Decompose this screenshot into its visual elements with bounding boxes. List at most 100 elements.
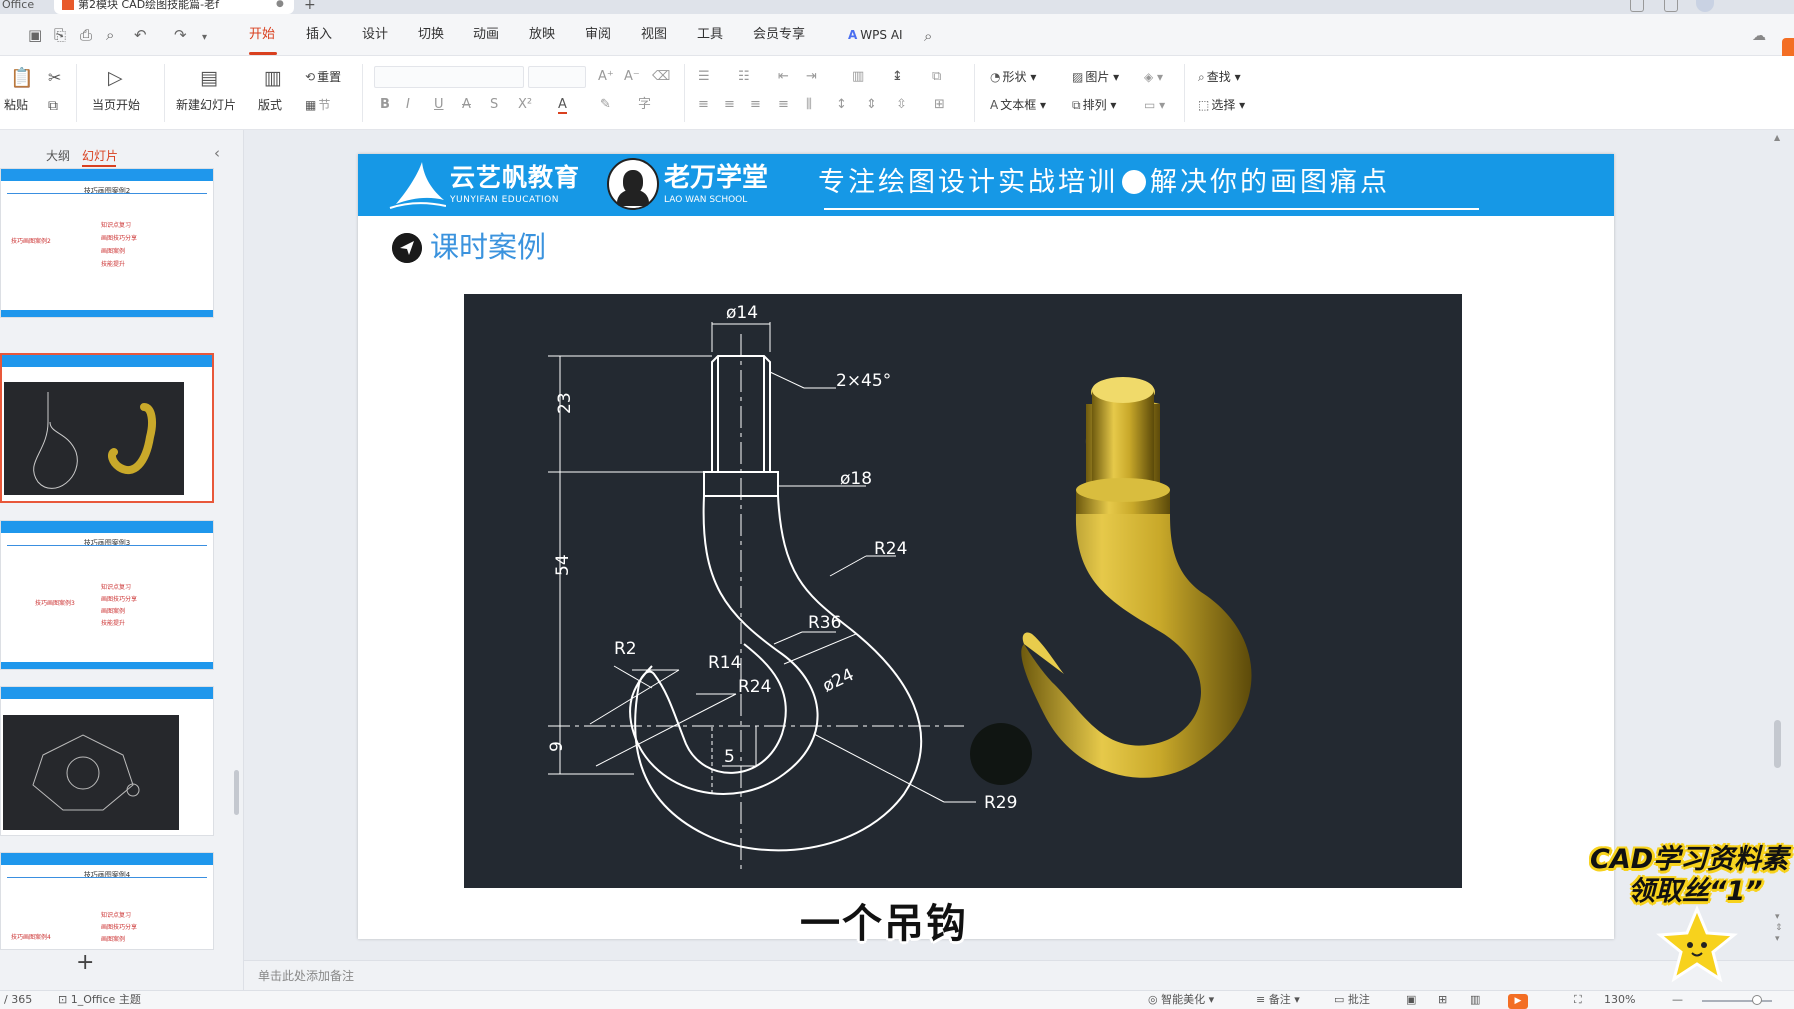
paste-icon[interactable]: 📋 xyxy=(10,68,34,88)
copy-icon[interactable]: ⧉ xyxy=(48,96,58,116)
text-direction-icon[interactable]: ↨ xyxy=(892,70,903,84)
shield-icon[interactable] xyxy=(1664,0,1678,12)
redo-icon[interactable]: ↷ xyxy=(174,28,187,43)
italic-button[interactable]: I xyxy=(406,98,410,112)
paste-button[interactable]: 粘贴 xyxy=(4,98,28,112)
bullets-icon[interactable]: ☰ xyxy=(698,70,710,84)
zoom-out-icon[interactable]: — xyxy=(1672,993,1683,1007)
bold-button[interactable]: B xyxy=(380,98,390,112)
phonetic-icon[interactable]: 字 xyxy=(638,98,651,112)
panel-scrollbar[interactable] xyxy=(234,770,239,815)
slide-canvas[interactable]: 云艺帆教育 YUNYIFAN EDUCATION 老万学堂 LAO WAN SC… xyxy=(358,154,1614,939)
slide-thumbnail-selected[interactable] xyxy=(0,353,214,503)
textbox-button[interactable]: A 文本框 ▾ xyxy=(990,98,1046,112)
align-left-icon[interactable]: ≡ xyxy=(698,98,709,112)
new-tab-button[interactable]: + xyxy=(304,0,316,13)
outline-color-icon[interactable]: ▭ ▾ xyxy=(1144,98,1165,112)
tab-tools[interactable]: 工具 xyxy=(697,27,723,43)
cad-drawing-image[interactable]: ø14 2×45° ø18 R24 R36 R2 R14 R24 ø24 5 R… xyxy=(464,294,1462,888)
font-name-select[interactable] xyxy=(374,66,524,88)
paragraph-spacing-icon[interactable]: ⇕ xyxy=(866,98,877,112)
tab-view[interactable]: 视图 xyxy=(641,27,667,43)
undo-icon[interactable]: ↶ xyxy=(134,28,147,43)
align-center-icon[interactable]: ≡ xyxy=(724,98,735,112)
tab-home[interactable]: 开始 xyxy=(249,27,275,43)
customize-chevron-icon[interactable]: ▾ xyxy=(202,30,207,45)
new-slide-button[interactable]: 新建幻灯片 xyxy=(176,98,236,112)
highlight-icon[interactable]: ✎ xyxy=(600,98,611,112)
picture-button[interactable]: ▨ 图片 ▾ xyxy=(1072,70,1119,84)
tab-transitions[interactable]: 切换 xyxy=(418,27,444,43)
columns-icon[interactable]: ▥ xyxy=(852,70,864,84)
shape-button[interactable]: ◔ 形状 ▾ xyxy=(990,70,1036,84)
collapse-panel-icon[interactable]: ‹ xyxy=(214,144,220,162)
play-slideshow-icon[interactable]: ▶ xyxy=(1508,994,1528,1009)
strikethrough-button[interactable]: A xyxy=(462,98,471,112)
tab-slides[interactable]: 幻灯片 xyxy=(82,147,118,164)
tab-review[interactable]: 审阅 xyxy=(585,27,611,43)
slide-thumbnail[interactable] xyxy=(0,686,214,836)
zoom-slider-handle[interactable] xyxy=(1752,995,1762,1005)
wps-ai-button[interactable]: A WPS AI xyxy=(848,27,903,43)
play-from-current-button[interactable]: 当页开始 xyxy=(92,98,140,112)
zoom-level[interactable]: 130% xyxy=(1604,993,1635,1007)
tab-slideshow[interactable]: 放映 xyxy=(529,27,555,43)
font-size-select[interactable] xyxy=(528,66,586,88)
cut-icon[interactable]: ✂ xyxy=(48,68,61,88)
superscript-button[interactable]: X² xyxy=(518,98,532,112)
slide-thumbnail[interactable]: 技巧画图案例4 技巧画图案例4 知识点复习 画图技巧分享 画图案例 xyxy=(0,852,214,950)
sorter-view-icon[interactable]: ⊞ xyxy=(1438,993,1447,1007)
document-tab[interactable]: 第2模块 CAD绘图技能篇-老f xyxy=(54,0,294,14)
convert-icon[interactable]: ⧉ xyxy=(932,70,941,84)
play-from-current-icon[interactable]: ▷ xyxy=(108,68,123,88)
vertical-align-icon[interactable]: ⇳ xyxy=(896,98,907,112)
tab-design[interactable]: 设计 xyxy=(362,27,388,43)
window-layout-icon[interactable] xyxy=(1630,0,1644,12)
new-slide-icon[interactable]: ▤ xyxy=(200,68,218,88)
smart-art-icon[interactable]: ⊞ xyxy=(934,98,945,112)
indent-icon[interactable]: ⇥ xyxy=(806,70,817,84)
underline-button[interactable]: U xyxy=(434,98,444,112)
user-avatar[interactable] xyxy=(1696,0,1714,12)
notes-pane[interactable]: 单击此处添加备注 xyxy=(244,960,1794,990)
find-button[interactable]: ⌕ 查找 ▾ xyxy=(1198,70,1241,84)
tab-member[interactable]: 会员专享 xyxy=(753,27,805,43)
app-name[interactable]: Office xyxy=(0,0,40,14)
align-right-icon[interactable]: ≡ xyxy=(750,98,761,112)
clear-format-icon[interactable]: ⌫ xyxy=(652,70,670,84)
vertical-scrollbar[interactable] xyxy=(1774,720,1781,768)
arrange-button[interactable]: ⧉ 排列 ▾ xyxy=(1072,98,1116,112)
font-color-button[interactable]: A xyxy=(558,98,567,114)
notes-toggle[interactable]: ≡ 备注 ▾ xyxy=(1256,993,1300,1007)
layout-icon[interactable]: ▥ xyxy=(264,68,282,88)
smart-beautify-button[interactable]: ◎ 智能美化 ▾ xyxy=(1148,993,1214,1007)
reset-button[interactable]: ⟲ 重置 xyxy=(305,70,341,84)
tab-animation[interactable]: 动画 xyxy=(473,27,499,43)
export-icon[interactable]: ⎘ xyxy=(54,28,66,43)
normal-view-icon[interactable]: ▣ xyxy=(1406,993,1416,1007)
cloud-icon[interactable]: ☁ xyxy=(1752,28,1766,44)
line-spacing-icon[interactable]: ↕ xyxy=(836,98,847,112)
print-preview-icon[interactable]: ⌕ xyxy=(106,28,114,43)
add-slide-button[interactable]: + xyxy=(76,952,94,974)
numbering-icon[interactable]: ☷ xyxy=(738,70,750,84)
outdent-icon[interactable]: ⇤ xyxy=(778,70,789,84)
save-icon[interactable]: ▣ xyxy=(28,28,42,43)
select-button[interactable]: ⬚ 选择 ▾ xyxy=(1198,98,1245,112)
slide-thumbnail[interactable]: 技巧画图案例3 技巧画图案例3 知识点复习 画图技巧分享 画图案例 技能提升 xyxy=(0,520,214,670)
tab-outline[interactable]: 大纲 xyxy=(46,147,70,164)
page-nav-icon[interactable]: ▾ ⇕ ▾ xyxy=(1775,912,1783,945)
distribute-icon[interactable]: ⫼ xyxy=(806,98,812,112)
print-icon[interactable]: ⎙ xyxy=(80,28,92,43)
fit-window-icon[interactable]: ⛶ xyxy=(1574,993,1582,1007)
decrease-font-icon[interactable]: A⁻ xyxy=(624,70,640,84)
layout-button[interactable]: 版式 xyxy=(258,98,282,112)
justify-icon[interactable]: ≡ xyxy=(778,98,789,112)
tab-insert[interactable]: 插入 xyxy=(306,27,332,43)
increase-font-icon[interactable]: A⁺ xyxy=(598,70,614,84)
tab-close-icon[interactable]: ● xyxy=(276,0,284,9)
fill-color-icon[interactable]: ◈ ▾ xyxy=(1144,70,1163,84)
theme-name[interactable]: ⊡ 1_Office 主题 xyxy=(58,993,141,1007)
slide-thumbnail[interactable]: 技巧画图案例2 技巧画图案例2 知识点复习 画图技巧分享 画图案例 技能提升 xyxy=(0,168,214,318)
search-icon[interactable]: ⌕ xyxy=(924,27,932,45)
